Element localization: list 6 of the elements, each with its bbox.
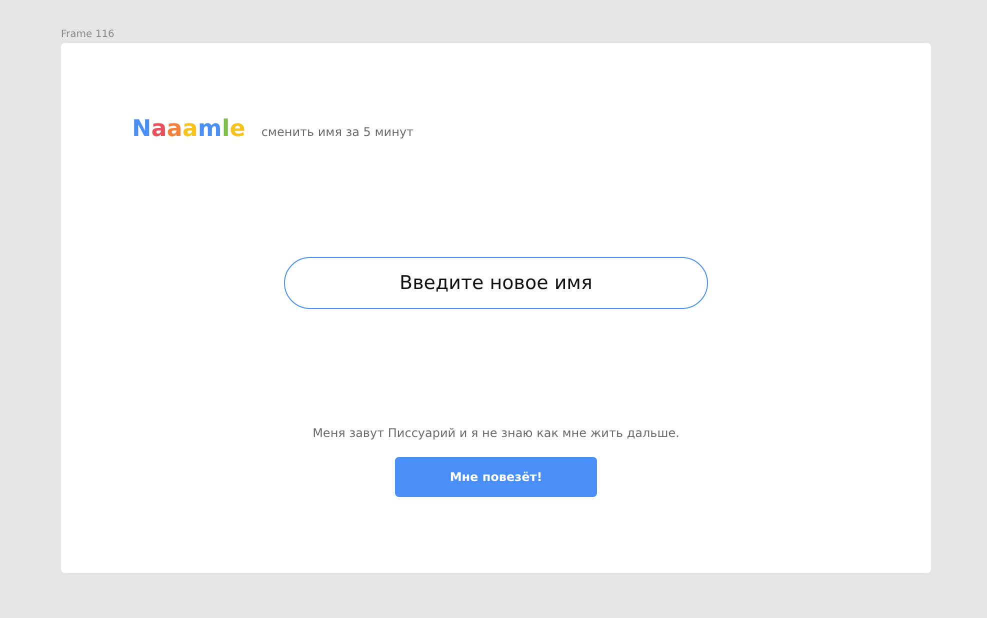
description: Меня завут Писсуарий и я не знаю как мне жить дальше. [312, 425, 680, 441]
name-field[interactable]: Введите новое имя [284, 257, 708, 309]
frame-label: Frame 116 [61, 29, 114, 42]
lucky-button[interactable]: Мне повезёт! [395, 457, 597, 497]
logo: Naaamle [132, 115, 246, 143]
tagline: сменить имя за 5 минут [261, 124, 414, 140]
